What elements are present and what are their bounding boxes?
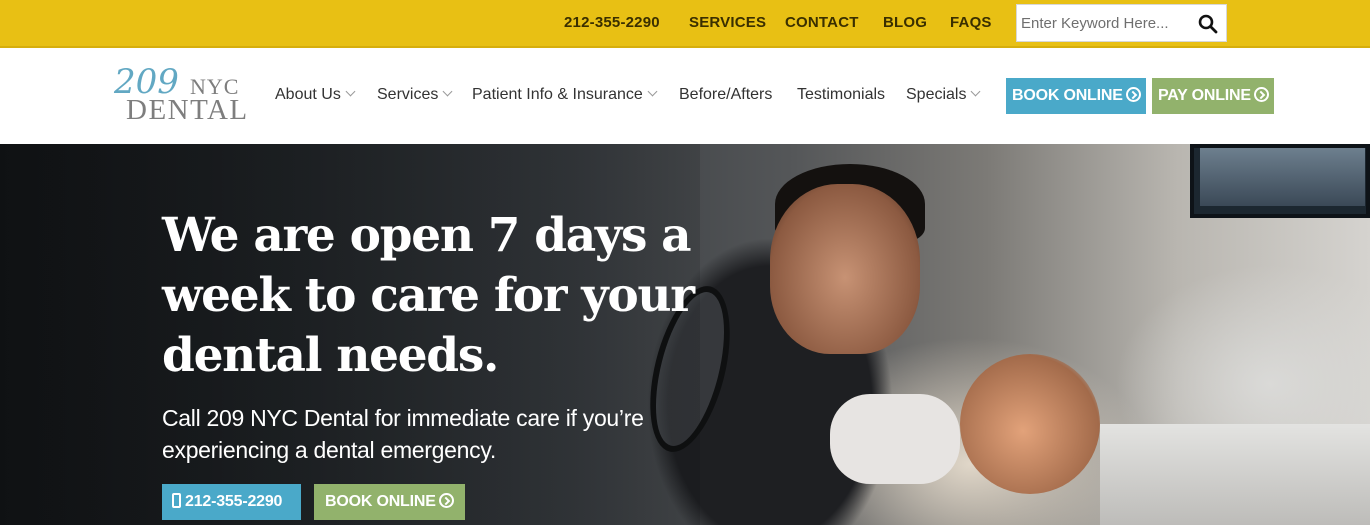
nav-item-services[interactable]: Services xyxy=(377,86,453,104)
chevron-down-icon xyxy=(442,86,453,97)
nav-item-patient-info[interactable]: Patient Info & Insurance xyxy=(472,86,658,104)
nav-item-before-afters[interactable]: Before/Afters xyxy=(679,86,772,104)
arrow-circle-right-icon xyxy=(1253,87,1269,102)
nav-item-label: Services xyxy=(377,86,439,103)
utility-bar: 212-355-2290 SERVICES CONTACT BLOG FAQS xyxy=(0,0,1370,48)
hero-book-online-button[interactable]: BOOK ONLINE xyxy=(314,484,465,520)
nav-item-label: Specials xyxy=(906,86,967,103)
hero-photo-head xyxy=(770,184,920,354)
logo-word: DENTAL xyxy=(126,94,249,126)
pay-online-button[interactable]: PAY ONLINE xyxy=(1152,78,1274,114)
hero-photo-counter xyxy=(1100,424,1370,525)
nav-item-label: About Us xyxy=(275,86,341,103)
pay-online-label: PAY ONLINE xyxy=(1158,87,1251,104)
topbar-link-blog[interactable]: BLOG xyxy=(883,14,927,31)
chevron-down-icon xyxy=(647,86,658,97)
site-logo[interactable]: 209 NYC DENTAL xyxy=(112,62,252,126)
topbar-link-faqs[interactable]: FAQS xyxy=(950,14,992,31)
book-online-label: BOOK ONLINE xyxy=(1012,87,1123,104)
hero-headline: We are open 7 days a week to care for yo… xyxy=(162,208,695,383)
call-phone-label: 212-355-2290 xyxy=(185,493,283,510)
nav-item-specials[interactable]: Specials xyxy=(906,86,981,104)
chevron-down-icon xyxy=(971,86,981,97)
topbar-phone-link[interactable]: 212-355-2290 xyxy=(564,14,660,31)
hero-photo-glove xyxy=(830,394,960,484)
chevron-down-icon xyxy=(345,86,356,97)
hero-book-online-label: BOOK ONLINE xyxy=(325,493,436,510)
arrow-circle-right-icon xyxy=(438,493,454,508)
book-online-button[interactable]: BOOK ONLINE xyxy=(1006,78,1146,114)
nav-item-about-us[interactable]: About Us xyxy=(275,86,356,104)
site-header: 209 NYC DENTAL About Us Services Patient… xyxy=(0,48,1370,144)
hero-photo-xray xyxy=(1200,148,1365,206)
search-icon[interactable] xyxy=(1198,14,1218,34)
topbar-link-contact[interactable]: CONTACT xyxy=(785,14,859,31)
search-box xyxy=(1016,4,1227,42)
nav-item-label: Patient Info & Insurance xyxy=(472,86,643,103)
nav-item-label: Testimonials xyxy=(797,86,886,103)
hero-subtext: Call 209 NYC Dental for immediate care i… xyxy=(162,405,644,463)
arrow-circle-right-icon xyxy=(1125,87,1141,102)
nav-item-label: Before/Afters xyxy=(679,86,773,103)
hero-photo-patient xyxy=(960,354,1100,494)
search-input[interactable] xyxy=(1021,5,1191,41)
hero-banner: We are open 7 days a week to care for yo… xyxy=(0,144,1370,525)
call-phone-button[interactable]: 212-355-2290 xyxy=(162,484,301,520)
nav-item-testimonials[interactable]: Testimonials xyxy=(797,86,885,104)
mobile-phone-icon xyxy=(172,493,181,508)
topbar-link-services[interactable]: SERVICES xyxy=(689,14,766,31)
